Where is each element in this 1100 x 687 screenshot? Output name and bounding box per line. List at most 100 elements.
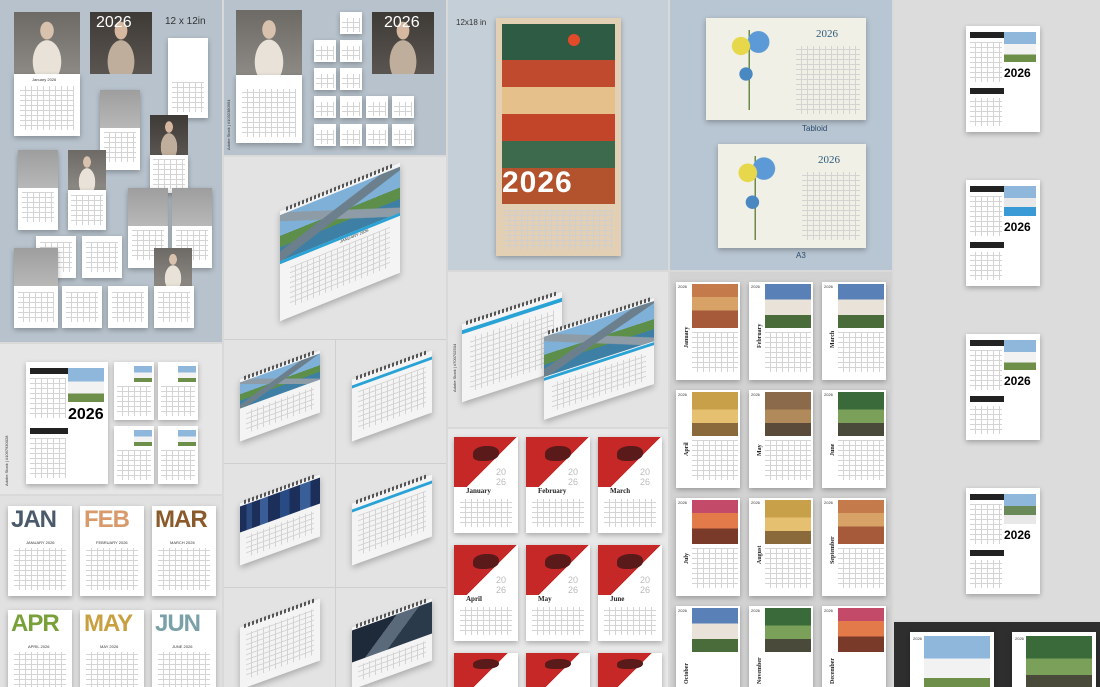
year-digits-bottom: 26	[496, 477, 507, 487]
year-digits-bottom: 26	[568, 585, 579, 595]
wall-calendar: 2026	[910, 632, 994, 687]
template-tile-floral-calendar[interactable]: 2026 Tabloid 2026 A3	[670, 0, 892, 270]
divider	[335, 339, 336, 687]
date-grid	[342, 74, 360, 88]
house-photo	[1004, 186, 1036, 216]
page-year: 2026	[824, 608, 833, 613]
bird-illustration	[526, 437, 590, 487]
month-page: 2026 July	[676, 498, 740, 596]
date-grid	[22, 192, 54, 222]
date-grid	[970, 196, 1002, 236]
flower-illustration	[726, 30, 776, 110]
size-label: 12x18 in	[456, 18, 487, 27]
year-date-grid	[802, 172, 860, 240]
mini-wall-calendar	[114, 362, 154, 420]
house-photo	[68, 368, 104, 402]
calendar-page	[82, 236, 122, 278]
bird-month-page: 20 26 January	[454, 437, 518, 533]
date-grid	[316, 102, 334, 116]
date-grid	[460, 607, 512, 635]
stock-watermark: Adobe Stock | #1097930028	[4, 435, 9, 486]
month-caption: September	[830, 536, 836, 564]
date-grid	[342, 102, 360, 116]
building-photo	[765, 392, 811, 436]
calendar-page	[62, 286, 102, 328]
house-photo	[1004, 340, 1036, 370]
calendar-page	[108, 286, 148, 328]
month-caption: MARCH 2026	[170, 540, 195, 545]
cover-portrait-photo	[14, 12, 80, 74]
mini-month	[392, 96, 414, 118]
date-grid	[532, 499, 584, 527]
calendar-page	[14, 248, 58, 328]
template-tile-portrait-calendar-set[interactable]: Adobe Stock | #1032380994 2026	[224, 0, 446, 155]
date-grid	[358, 490, 426, 556]
calendar-portrait-photo	[68, 150, 106, 190]
month-header-bar	[970, 494, 1004, 500]
date-grid	[460, 499, 512, 527]
template-tile-vintage-building-calendar[interactable]: 2026 January 2026 February 2026 March 2026 A…	[670, 272, 892, 687]
year-digits-bottom: 26	[640, 477, 651, 487]
bird-month-page: 20 26 June	[598, 545, 662, 641]
date-grid	[532, 607, 584, 635]
date-grid	[970, 252, 1002, 280]
date-grid	[765, 332, 811, 372]
page-year: 2026	[913, 636, 922, 641]
mini-month	[314, 124, 336, 146]
month-title: APR	[11, 610, 60, 637]
house-photo	[134, 430, 152, 446]
desk-calendar-grid	[352, 349, 432, 442]
template-tile-bird-calendar[interactable]: 20 26 January 20 26 February 20 26 March…	[448, 429, 668, 687]
bird-illustration	[598, 653, 662, 687]
cover-year: 2026	[384, 14, 420, 31]
bird-month-page	[526, 653, 590, 687]
calendar-year: 2026	[1004, 66, 1031, 80]
building-photo	[838, 392, 884, 436]
date-grid	[368, 102, 386, 116]
date-grid	[838, 548, 884, 588]
building-photo	[692, 392, 738, 436]
month-page: 2026 February	[749, 282, 813, 380]
building-photo	[765, 608, 811, 652]
month-caption: May	[538, 595, 552, 603]
year-digits-top: 20	[496, 467, 507, 477]
month-title: MAY	[84, 610, 133, 637]
cover-year: 2026	[96, 14, 132, 31]
template-tile-illustrated-poster[interactable]: 12x18 in 2026	[448, 0, 668, 270]
year-digits-top: 20	[568, 467, 579, 477]
date-grid	[161, 386, 195, 416]
year-digits-top: 20	[496, 575, 507, 585]
format-caption: Tabloid	[802, 124, 828, 133]
desk-calendar-grid	[240, 597, 320, 687]
bird-month-page	[454, 653, 518, 687]
wall-calendar: 2026	[966, 334, 1040, 440]
building-photo	[692, 284, 738, 328]
date-grid	[970, 560, 1002, 588]
year-date-grid	[796, 46, 860, 114]
wall-calendar: 2026	[26, 362, 108, 484]
template-tile-house-wall-calendar[interactable]: 2026 2026 2026 2026	[894, 0, 1100, 620]
template-tile-house-calendar-spread[interactable]: Adobe Stock | #1097930028 2026	[0, 344, 222, 494]
date-grid	[20, 86, 74, 130]
month-caption: April	[466, 595, 482, 603]
template-tile-typographic-calendar[interactable]: JAN JANUARY 2026 FEB FEBRUARY 2026 MAR M…	[0, 496, 222, 687]
divider	[224, 463, 446, 464]
desk-calendar-photo	[240, 349, 320, 442]
date-grid	[158, 548, 210, 590]
month-caption: February	[757, 323, 763, 348]
template-tile-dark-photo-calendar[interactable]: 2026 2026	[894, 622, 1100, 687]
calendar-sheet-a3: 2026	[718, 144, 866, 248]
cover-portrait-photo	[236, 10, 302, 75]
date-grid	[970, 504, 1002, 544]
month-page: 2026 May	[749, 390, 813, 488]
template-tile-photo-wall-calendar[interactable]: 2026 12 x 12in January 2026	[0, 0, 222, 342]
month-caption: October	[684, 663, 690, 684]
calendar-year: 2026	[816, 28, 838, 40]
bird-month-page	[598, 653, 662, 687]
month-caption: February	[538, 487, 567, 495]
month-page: 2026 September	[822, 498, 886, 596]
template-tile-desk-calendar-pair[interactable]: Adobe Stock | #700702504	[448, 272, 668, 427]
date-grid	[14, 652, 66, 687]
template-tile-desk-calendar[interactable]: JANUARY 2026	[224, 157, 446, 687]
year-digits-top: 20	[640, 575, 651, 585]
